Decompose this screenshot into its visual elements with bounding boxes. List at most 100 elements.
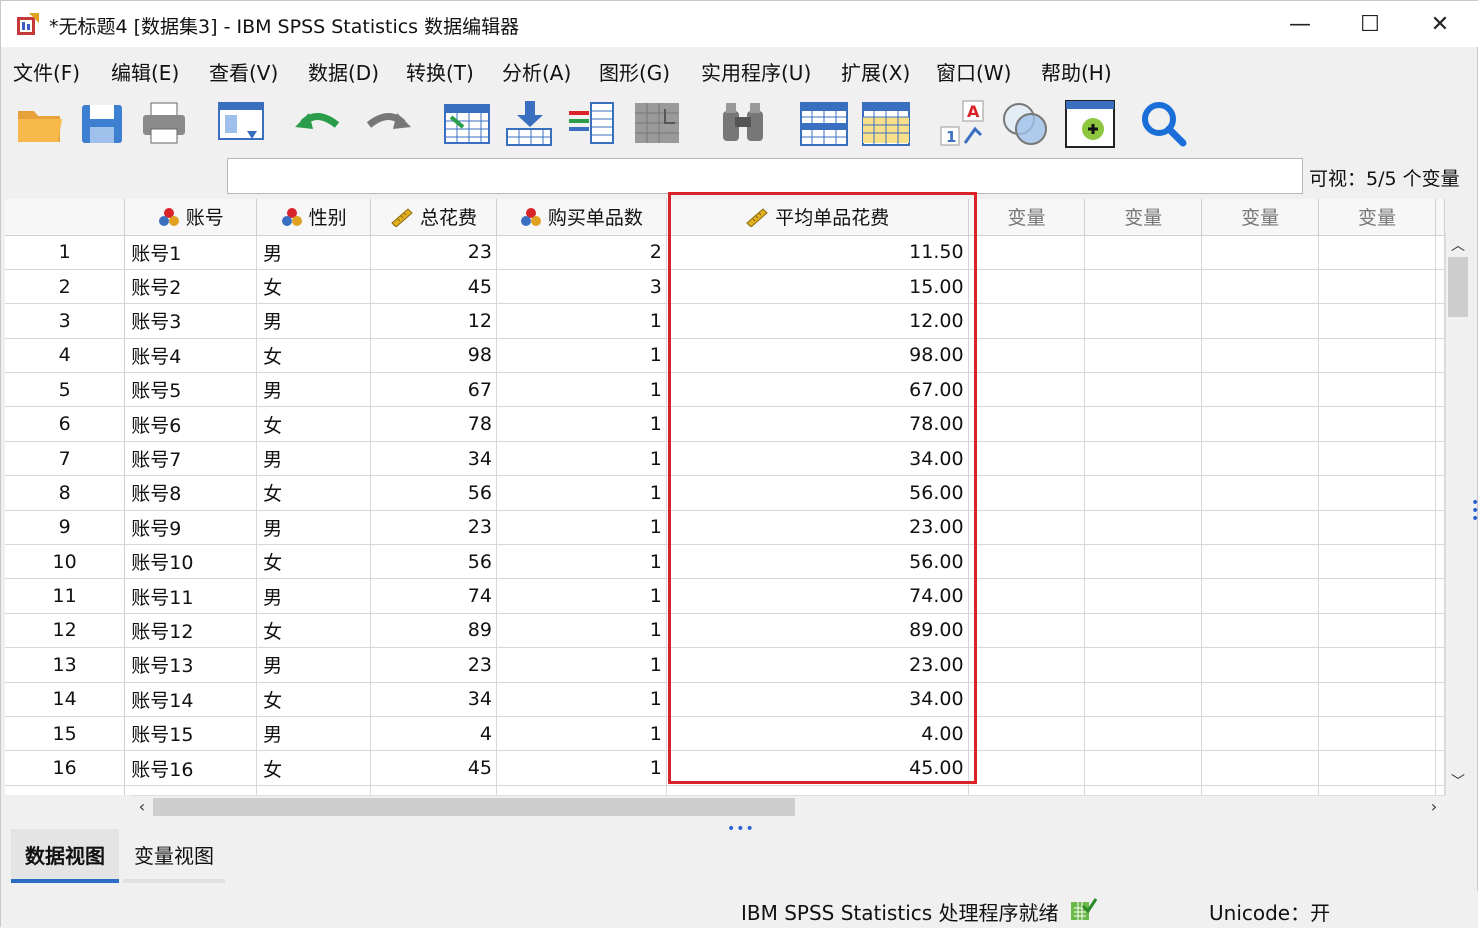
empty-cell[interactable] — [968, 785, 1086, 795]
empty-cell[interactable] — [1201, 716, 1320, 752]
find-icon[interactable] — [717, 97, 771, 151]
data-cell[interactable]: 45.00 — [666, 750, 969, 786]
empty-cell[interactable] — [1084, 269, 1203, 305]
empty-cell[interactable] — [1318, 682, 1436, 717]
variables-icon[interactable] — [565, 97, 619, 151]
data-cell[interactable]: 男 — [256, 510, 372, 546]
data-cell[interactable]: 女 — [256, 613, 372, 649]
horizontal-scroll-thumb[interactable] — [153, 798, 795, 816]
empty-cell[interactable] — [968, 372, 1086, 408]
data-cell[interactable]: 账号8 — [124, 475, 258, 511]
value-labels-icon[interactable] — [1063, 97, 1117, 151]
row-number[interactable]: 15 — [5, 716, 126, 752]
vertical-scrollbar[interactable]: ︿ ﹀ — [1445, 233, 1469, 795]
corner-cell[interactable] — [5, 199, 126, 236]
empty-cell[interactable] — [1084, 303, 1203, 339]
empty-cell[interactable] — [1318, 441, 1436, 477]
data-cell[interactable]: 1 — [496, 750, 667, 786]
data-cell[interactable]: 34.00 — [666, 441, 969, 477]
data-cell[interactable]: 男 — [256, 716, 372, 752]
data-cell[interactable]: 账号16 — [124, 750, 258, 786]
empty-cell[interactable] — [1201, 475, 1320, 511]
row-number[interactable]: 6 — [5, 406, 126, 442]
save-icon[interactable] — [76, 97, 130, 151]
empty-cell[interactable] — [1201, 682, 1320, 717]
data-cell[interactable] — [370, 785, 497, 795]
empty-cell[interactable] — [1201, 303, 1320, 339]
open-folder-icon[interactable] — [13, 97, 67, 151]
empty-cell[interactable] — [1318, 406, 1436, 442]
empty-cell[interactable] — [1201, 647, 1320, 683]
empty-cell[interactable] — [968, 475, 1086, 511]
redo-icon[interactable] — [359, 97, 413, 151]
row-number[interactable]: 14 — [5, 682, 126, 717]
data-cell[interactable]: 98.00 — [666, 338, 969, 374]
data-cell[interactable]: 账号2 — [124, 269, 258, 305]
row-number[interactable]: 12 — [5, 613, 126, 649]
row-number[interactable]: 7 — [5, 441, 126, 477]
data-cell[interactable]: 1 — [496, 303, 667, 339]
empty-cell[interactable] — [968, 750, 1086, 786]
scroll-down-icon[interactable]: ﹀ — [1446, 771, 1470, 793]
empty-cell[interactable] — [1201, 235, 1320, 270]
empty-cell[interactable] — [1318, 475, 1436, 511]
data-cell[interactable]: 23 — [370, 235, 497, 270]
empty-cell[interactable] — [1318, 647, 1436, 683]
data-cell[interactable]: 1 — [496, 578, 667, 614]
insert-cases-icon[interactable] — [797, 97, 851, 151]
data-cell[interactable] — [124, 785, 258, 795]
menu-graphs[interactable]: 图形(G) — [599, 57, 670, 86]
data-cell[interactable]: 男 — [256, 235, 372, 270]
empty-cell[interactable] — [968, 716, 1086, 752]
empty-cell[interactable] — [968, 235, 1086, 270]
recall-dialog-icon[interactable] — [215, 97, 269, 151]
data-cell[interactable]: 4.00 — [666, 716, 969, 752]
empty-cell[interactable] — [1318, 269, 1436, 305]
empty-cell[interactable] — [1084, 750, 1203, 786]
empty-cell[interactable] — [1318, 372, 1436, 408]
empty-cell[interactable] — [1084, 475, 1203, 511]
data-cell[interactable]: 男 — [256, 441, 372, 477]
data-cell[interactable]: 67 — [370, 372, 497, 408]
data-cell[interactable]: 1 — [496, 544, 667, 580]
row-number[interactable]: 4 — [5, 338, 126, 374]
data-cell[interactable]: 23 — [370, 510, 497, 546]
data-cell[interactable]: 78.00 — [666, 406, 969, 442]
data-cell[interactable]: 女 — [256, 750, 372, 786]
empty-cell[interactable] — [968, 682, 1086, 717]
data-cell[interactable]: 15.00 — [666, 269, 969, 305]
data-cell[interactable]: 账号12 — [124, 613, 258, 649]
menu-window[interactable]: 窗口(W) — [936, 57, 1011, 86]
cell-editor-input[interactable] — [227, 158, 1303, 194]
empty-cell[interactable] — [1084, 647, 1203, 683]
empty-cell[interactable] — [1201, 613, 1320, 649]
data-cell[interactable]: 账号7 — [124, 441, 258, 477]
data-cell[interactable]: 女 — [256, 475, 372, 511]
empty-cell[interactable] — [1084, 716, 1203, 752]
empty-cell[interactable] — [1201, 372, 1320, 408]
data-cell[interactable]: 74.00 — [666, 578, 969, 614]
data-cell[interactable]: 1 — [496, 647, 667, 683]
column-header-avg-item-spend[interactable]: 平均单品花费 — [666, 199, 969, 236]
vertical-scroll-thumb[interactable] — [1448, 257, 1468, 317]
data-cell[interactable]: 23.00 — [666, 647, 969, 683]
data-cell[interactable]: 女 — [256, 338, 372, 374]
data-cell[interactable]: 女 — [256, 682, 372, 717]
empty-cell[interactable] — [1201, 269, 1320, 305]
search-icon[interactable] — [1137, 97, 1191, 151]
data-cell[interactable]: 1 — [496, 372, 667, 408]
empty-cell[interactable] — [1201, 750, 1320, 786]
data-cell[interactable]: 1 — [496, 716, 667, 752]
undo-icon[interactable] — [293, 97, 347, 151]
data-cell[interactable]: 98 — [370, 338, 497, 374]
column-header-empty[interactable]: 变量 — [968, 199, 1086, 236]
scroll-right-icon[interactable]: › — [1423, 796, 1445, 818]
data-cell[interactable]: 男 — [256, 372, 372, 408]
column-header-empty[interactable]: 变量 — [1084, 199, 1203, 236]
split-file-icon[interactable]: A1 — [937, 97, 991, 151]
data-cell[interactable]: 3 — [496, 269, 667, 305]
goto-case-icon[interactable] — [441, 97, 495, 151]
menu-data[interactable]: 数据(D) — [308, 57, 379, 86]
menu-utilities[interactable]: 实用程序(U) — [701, 57, 811, 86]
empty-cell[interactable] — [1201, 406, 1320, 442]
